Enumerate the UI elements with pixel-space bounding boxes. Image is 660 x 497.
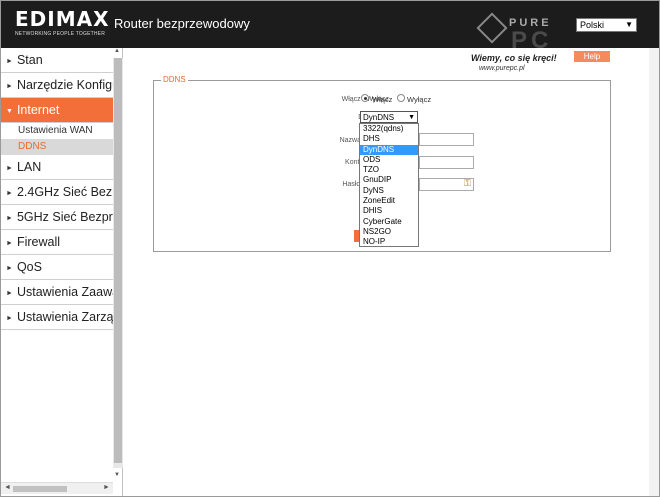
scroll-left-icon[interactable]: ◄	[4, 484, 11, 491]
account-input[interactable]	[419, 156, 474, 169]
language-value: Polski	[580, 20, 605, 30]
provider-option[interactable]: ZoneEdit	[360, 196, 418, 206]
language-select[interactable]: Polski ▼	[576, 18, 637, 32]
caret-right-icon: ►	[6, 240, 13, 247]
hscrollbar-thumb[interactable]	[13, 486, 67, 492]
enable-radio[interactable]	[361, 94, 369, 102]
scroll-right-icon[interactable]: ►	[103, 484, 110, 491]
sidebar-item-label: LAN	[16, 160, 42, 174]
provider-option[interactable]: ODS	[360, 155, 418, 165]
scroll-down-icon[interactable]: ▼	[114, 472, 120, 478]
caret-right-icon: ►	[6, 290, 13, 297]
provider-option[interactable]: DHIS	[360, 206, 418, 216]
sidebar-menu: ►Stan ►Narzędzie Konfiguracji ▼Internet …	[1, 48, 113, 330]
provider-value: DynDNS	[363, 113, 395, 122]
provider-option[interactable]: NO-IP	[360, 237, 418, 247]
sidebar-item-label: Firewall	[16, 235, 60, 249]
sidebar-item-config-tool[interactable]: ►Narzędzie Konfiguracji	[1, 73, 113, 98]
watermark-slogan: Wiemy, co się kręci!	[471, 53, 557, 63]
caret-right-icon: ►	[6, 190, 13, 197]
provider-option[interactable]: DyNS	[360, 186, 418, 196]
provider-select[interactable]: DynDNS ▼	[360, 111, 418, 123]
sidebar-item-label: Ustawienia Zarządzania	[16, 310, 113, 324]
chevron-down-icon: ▼	[408, 114, 415, 121]
sidebar-subitem-wan-settings[interactable]: Ustawienia WAN	[1, 123, 113, 139]
caret-right-icon: ►	[6, 165, 13, 172]
caret-right-icon: ►	[6, 265, 13, 272]
provider-dropdown-list[interactable]: 3322(qdns) DHS DynDNS ODS TZO GnuDIP DyNS ZoneE…	[359, 123, 419, 247]
page-scrollbar[interactable]	[649, 48, 659, 496]
enable-radio-label: Włącz	[372, 95, 393, 104]
disable-radio-label: Wyłącz	[407, 95, 432, 104]
provider-option[interactable]: 3322(qdns)	[360, 124, 418, 134]
provider-option[interactable]: NS2GO	[360, 227, 418, 237]
sidebar-item-firewall[interactable]: ► Firewall	[1, 230, 113, 255]
sidebar-item-label: Stan	[16, 53, 43, 67]
provider-option[interactable]: GnuDIP	[360, 175, 418, 185]
edimax-logo: EDIMAX NETWORKING PEOPLE TOGETHER	[15, 7, 110, 39]
watermark-brand-bottom: PC	[511, 27, 553, 54]
logo-tagline: NETWORKING PEOPLE TOGETHER	[15, 31, 106, 37]
logo-text: EDIMAX	[15, 7, 110, 31]
provider-option[interactable]: DHS	[360, 134, 418, 144]
header-bar: EDIMAX NETWORKING PEOPLE TOGETHER Router…	[1, 1, 659, 72]
purepc-watermark: PURE PC Wiemy, co się kręci! www.purepc.…	[471, 12, 571, 75]
page-title: Router bezprzewodowy	[114, 16, 250, 31]
sidebar-scrollbar-thumb[interactable]	[114, 58, 122, 463]
watermark-url: www.purepc.pl	[479, 65, 525, 72]
key-icon[interactable]: ⚿	[464, 178, 471, 189]
sidebar-item-management[interactable]: ►Ustawienia Zarządzania	[1, 305, 113, 330]
provider-option[interactable]: DynDNS	[360, 144, 418, 155]
sidebar-item-qos[interactable]: ► QoS	[1, 255, 113, 280]
sidebar: ►Stan ►Narzędzie Konfiguracji ▼Internet …	[1, 48, 123, 496]
sidebar-item-label: QoS	[16, 260, 42, 274]
sidebar-subitem-ddns[interactable]: DDNS	[1, 139, 113, 155]
sidebar-item-status[interactable]: ► Stan	[1, 48, 113, 73]
sidebar-item-lan[interactable]: ► LAN	[1, 155, 113, 180]
sidebar-item-label: 2.4GHz Sieć Bezprzewodowa	[16, 185, 113, 199]
provider-option[interactable]: CyberGate	[360, 217, 418, 227]
ddns-legend: DDNS	[161, 75, 188, 84]
caret-right-icon: ►	[6, 83, 13, 90]
caret-right-icon: ►	[6, 58, 13, 65]
sidebar-item-internet[interactable]: ▼ Internet	[1, 98, 113, 123]
chevron-down-icon: ▼	[625, 20, 633, 29]
disable-radio[interactable]	[397, 94, 405, 102]
cube-icon	[476, 12, 508, 44]
router-admin-window: EDIMAX NETWORKING PEOPLE TOGETHER Router…	[0, 0, 660, 497]
sidebar-item-wireless-24[interactable]: ►2.4GHz Sieć Bezprzewodowa	[1, 180, 113, 205]
domain-input[interactable]	[419, 133, 474, 146]
sidebar-item-wireless-5[interactable]: ►5GHz Sieć Bezprzewodowa	[1, 205, 113, 230]
sidebar-hscrollbar[interactable]: ◄ ►	[1, 482, 113, 494]
caret-down-icon: ▼	[6, 108, 13, 115]
scroll-up-icon[interactable]: ▲	[114, 48, 120, 54]
sidebar-item-label: Ustawienia Zaawansowane	[16, 285, 113, 299]
sidebar-item-label: Narzędzie Konfiguracji	[16, 78, 113, 92]
caret-right-icon: ►	[6, 315, 13, 322]
sidebar-item-label: 5GHz Sieć Bezprzewodowa	[16, 210, 113, 224]
caret-right-icon: ►	[6, 215, 13, 222]
sidebar-item-advanced[interactable]: ►Ustawienia Zaawansowane	[1, 280, 113, 305]
help-button[interactable]: Help	[574, 51, 610, 62]
provider-option[interactable]: TZO	[360, 165, 418, 175]
sidebar-item-label: Internet	[16, 103, 60, 117]
